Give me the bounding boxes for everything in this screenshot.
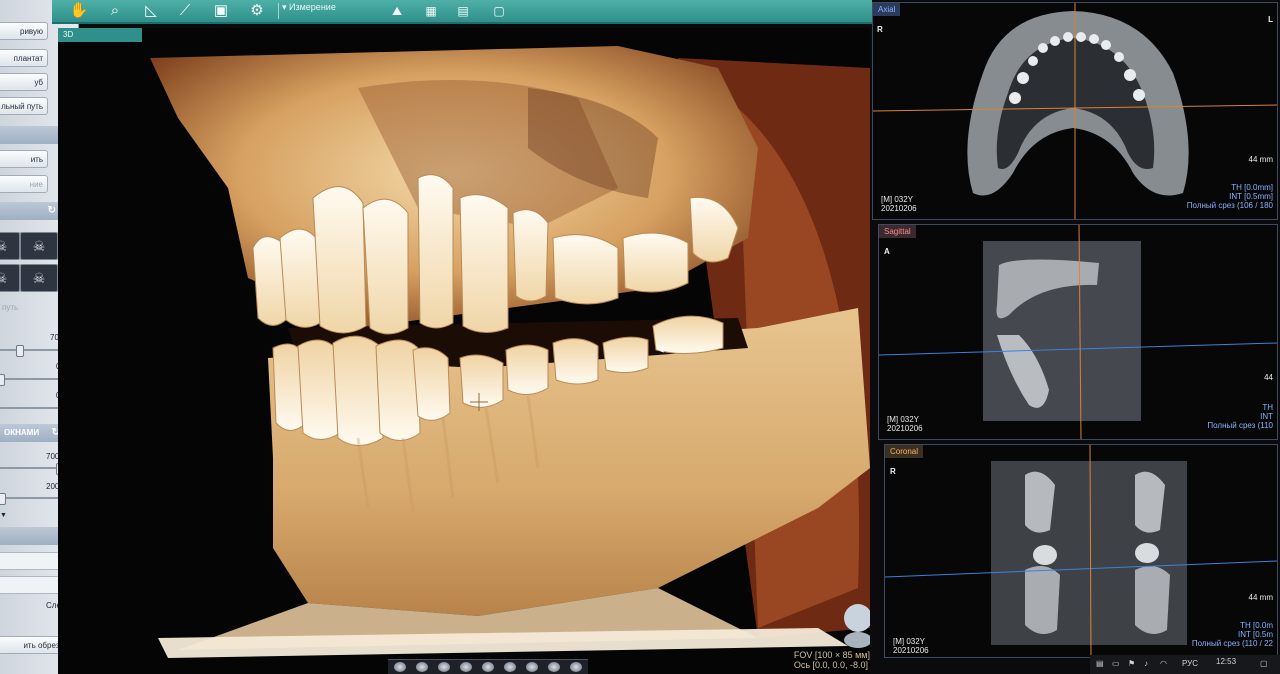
axial-title[interactable]: Axial <box>873 3 901 16</box>
sagittal-view[interactable]: Sagittal A 44 [M] 032Y 20210206 TH INT П… <box>878 224 1278 440</box>
slice-position: Полный срез (106 / 180 <box>1186 201 1273 210</box>
skull-thumbnail-2[interactable]: ☠ <box>20 232 58 260</box>
axial-orient-right: R <box>877 25 883 34</box>
interval: INT [0.5m <box>1238 630 1273 639</box>
path-label: путь <box>2 303 19 312</box>
draw-curve-button[interactable]: ривую <box>0 22 48 40</box>
rotate-icon-2[interactable] <box>416 662 428 672</box>
rotate-icon-5[interactable] <box>482 662 494 672</box>
clock[interactable]: 12:53 <box>1216 657 1236 666</box>
axis-line: Ось [0.0, 0.0, -8.0] <box>793 660 869 670</box>
monitor-icon[interactable]: ▭ <box>1112 659 1120 668</box>
monitor-screen: ривую плантат уб льный путь ить ние ↻ ☠ … <box>0 0 1280 674</box>
angle-icon[interactable]: ◺ <box>140 1 162 21</box>
rotate-icon-8[interactable] <box>548 662 560 672</box>
skull-thumbnail-3[interactable]: ☠ <box>0 264 20 292</box>
coronal-orient-right: R <box>890 467 896 476</box>
toolbar: ✋ ⌕ ◺ ⟋ ▣ ⚙ ▾ Измерение ⛰ ▦ ▤ ▢ <box>52 0 872 24</box>
snapshot-icon[interactable]: ▣ <box>210 1 232 21</box>
zoom-icon[interactable]: ⌕ <box>104 1 126 21</box>
measure-dropdown[interactable]: ▾ Измерение <box>282 2 336 13</box>
thickness: TH [0.0mm] <box>1231 183 1273 192</box>
tooth-button[interactable]: уб <box>0 73 48 91</box>
slider-3[interactable] <box>0 407 60 409</box>
rotate-icon-9[interactable] <box>570 662 582 672</box>
panel-section-header <box>0 126 64 144</box>
polyline-icon[interactable]: ⟋ <box>174 1 196 21</box>
interval: INT <box>1260 412 1273 421</box>
sagittal-title[interactable]: Sagittal <box>879 225 916 238</box>
view-bottom-toolbar <box>388 659 588 674</box>
rotate-icon-6[interactable] <box>504 662 516 672</box>
language-indicator[interactable]: РУС <box>1182 659 1198 668</box>
implant-button[interactable]: плантат <box>0 49 48 67</box>
window-level-slider[interactable] <box>0 463 64 475</box>
axial-scale: 44 mm <box>1248 155 1273 164</box>
apply-button[interactable]: ить <box>0 150 48 168</box>
window-icon[interactable]: ▢ <box>488 1 510 21</box>
refresh-icon[interactable]: ↻ <box>48 202 56 220</box>
flag-icon[interactable]: ⚑ <box>1128 659 1135 668</box>
axial-orient-left: L <box>1268 15 1273 24</box>
interval: INT [0.5mm] <box>1229 192 1273 201</box>
3d-volume-view[interactable]: 3D FOV [100 × 85 мм] Ось [0.0, 0.0, -8.0… <box>58 28 870 674</box>
axial-view[interactable]: Axial R L 44 mm [M] 032Y 20210206 TH [0.… <box>872 2 1278 220</box>
coronal-slice-info: TH [0.0m INT [0.5m Полный срез (110 / 22 <box>1192 621 1273 648</box>
study-date: 20210206 <box>893 646 929 655</box>
slider-2[interactable] <box>0 374 60 386</box>
sagittal-slice-info: TH INT Полный срез (110 <box>1207 403 1273 430</box>
panel-section-header-2: ↻ <box>0 202 64 220</box>
sagittal-scale: 44 <box>1264 373 1273 382</box>
notification-icon[interactable]: ▢ <box>1260 659 1268 668</box>
sagittal-patient-info: [M] 032Y 20210206 <box>887 415 923 433</box>
wifi-icon[interactable]: ◠ <box>1160 659 1167 668</box>
mountain-icon[interactable]: ⛰ <box>386 1 408 21</box>
window-section-label: ОКНАМИ <box>4 428 40 437</box>
thickness: TH [0.0m <box>1240 621 1273 630</box>
patient-id: [M] 032Y <box>887 415 920 424</box>
toolbar-separator <box>278 3 279 19</box>
slice-position: Полный срез (110 <box>1207 421 1273 430</box>
overlay-icon[interactable]: ⚙ <box>246 1 268 21</box>
network-icon[interactable]: ▤ <box>1096 659 1104 668</box>
axial-patient-info: [M] 032Y 20210206 <box>881 195 917 213</box>
study-date: 20210206 <box>881 204 917 213</box>
rotate-icon-4[interactable] <box>460 662 472 672</box>
disabled-button: ние <box>0 175 48 193</box>
collapse-arrow-icon[interactable]: ▼ <box>0 512 7 519</box>
nerve-path-button[interactable]: льный путь <box>0 97 48 115</box>
speaker-icon[interactable]: ♪ <box>1144 659 1148 668</box>
rotate-icon-7[interactable] <box>526 662 538 672</box>
fov-line: FOV [100 × 85 мм] <box>793 650 870 660</box>
3d-skull-rendering <box>150 46 870 658</box>
thickness: TH <box>1262 403 1273 412</box>
tab-3d[interactable]: 3D <box>58 28 142 42</box>
grid-icon[interactable]: ▤ <box>452 1 474 21</box>
slider-1[interactable] <box>0 345 60 357</box>
coronal-patient-info: [M] 032Y 20210206 <box>893 637 929 655</box>
crop-section-header <box>0 527 64 545</box>
skull-thumbnail-4[interactable]: ☠ <box>20 264 58 292</box>
rotate-icon-3[interactable] <box>438 662 450 672</box>
fov-readout: FOV [100 × 85 мм] Ось [0.0, 0.0, -8.0] <box>794 650 870 670</box>
hand-icon[interactable]: ✋ <box>68 1 90 21</box>
study-date: 20210206 <box>887 424 923 433</box>
skull-thumbnail-1[interactable]: ☠ <box>0 232 20 260</box>
windows-taskbar: ▤ ▭ ⚑ ♪ ◠ РУС 12:53 ▢ <box>1090 655 1280 674</box>
patient-id: [M] 032Y <box>881 195 914 204</box>
coronal-view[interactable]: Coronal R 44 mm [M] 032Y 20210206 TH [0.… <box>884 444 1278 658</box>
rotate-icon[interactable] <box>394 662 406 672</box>
coronal-scale: 44 mm <box>1248 593 1273 602</box>
sagittal-orient-anterior: A <box>884 247 890 256</box>
slice-position: Полный срез (110 / 22 <box>1191 639 1273 648</box>
window-section-header: ОКНАМИ ↻ <box>0 424 64 442</box>
axial-slice-info: TH [0.0mm] INT [0.5mm] Полный срез (106 … <box>1187 183 1273 210</box>
patient-id: [M] 032Y <box>893 637 926 646</box>
window-width-slider[interactable] <box>0 493 60 505</box>
coronal-title[interactable]: Coronal <box>885 445 924 458</box>
image-icon[interactable]: ▦ <box>420 1 442 21</box>
